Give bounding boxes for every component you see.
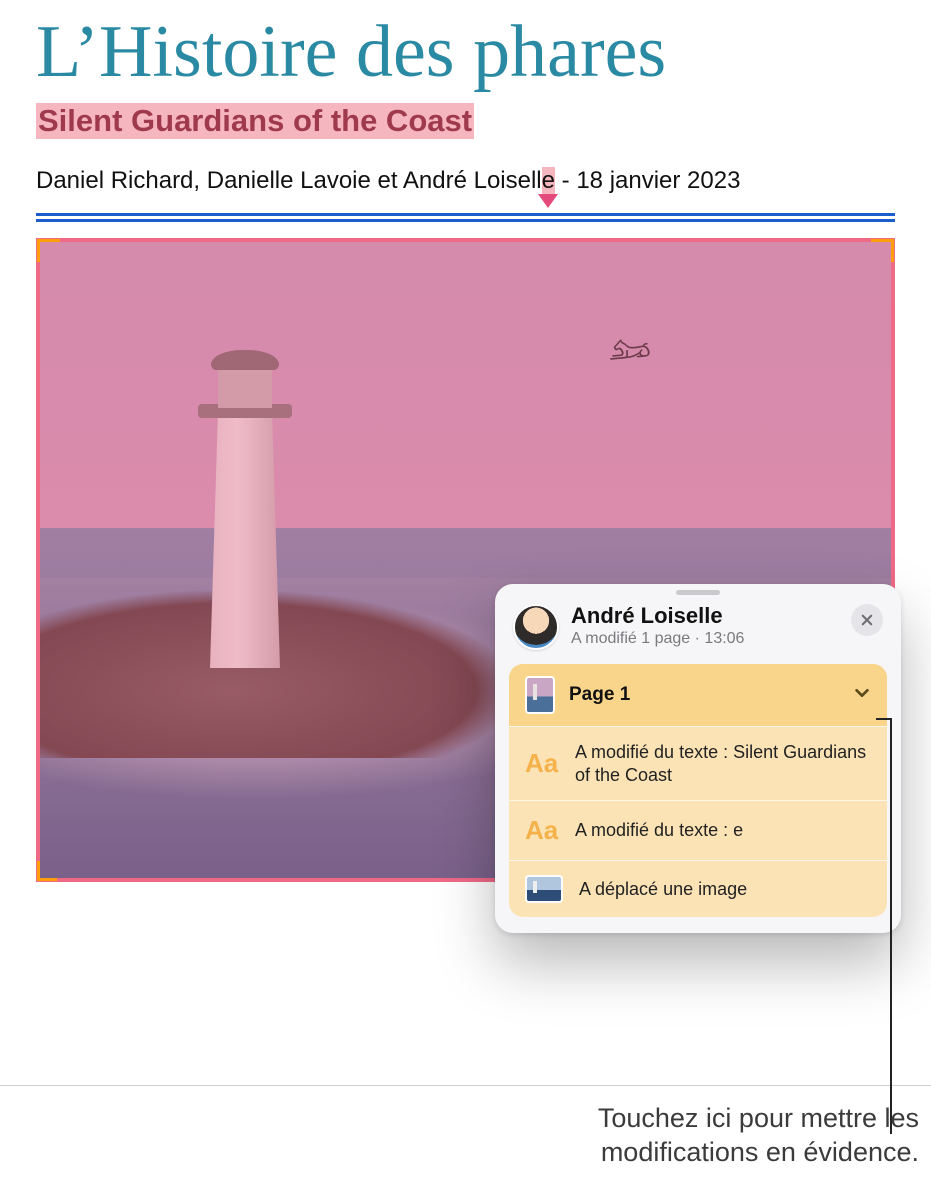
- subtitle-highlight: Silent Guardians of the Coast: [36, 103, 474, 139]
- byline-edited-char: e: [542, 167, 555, 194]
- bird-icon: 𐦐: [607, 330, 653, 372]
- text-change-icon: Aa: [525, 815, 559, 846]
- byline-suffix: - 18 janvier 2023: [555, 167, 740, 194]
- page-thumbnail-icon: [525, 676, 555, 714]
- popover-header: André Loiselle A modifié 1 page · 13:06: [509, 598, 887, 664]
- document-subtitle[interactable]: Silent Guardians of the Coast: [38, 103, 472, 139]
- close-button[interactable]: [851, 604, 883, 636]
- callout-text: Touchez ici pour mettre les modification…: [0, 1102, 919, 1170]
- activity-item-text: A modifié du texte : Silent Guardians of…: [575, 741, 871, 786]
- collaborator-cursor-icon: [538, 194, 558, 208]
- grabber-icon[interactable]: [676, 590, 720, 595]
- activity-item-text: A modifié du texte : e: [575, 819, 743, 842]
- popover-summary: A modifié 1 page · 13:06: [571, 630, 744, 648]
- document-page: L’Histoire des phares Silent Guardians o…: [0, 0, 931, 1086]
- activity-page-label: Page 1: [569, 684, 630, 706]
- byline-prefix: Daniel Richard, Danielle Lavoie et André…: [36, 167, 542, 194]
- activity-card: Page 1 Aa A modifié du texte : Silent Gu…: [509, 664, 887, 917]
- image-move-icon: [525, 875, 563, 903]
- activity-item[interactable]: Aa A modifié du texte : Silent Guardians…: [509, 726, 887, 800]
- activity-item[interactable]: Aa A modifié du texte : e: [509, 800, 887, 860]
- byline[interactable]: Daniel Richard, Danielle Lavoie et André…: [36, 167, 895, 195]
- activity-page-header[interactable]: Page 1: [509, 664, 887, 726]
- document-title: L’Histoire des phares: [36, 10, 895, 95]
- activity-popover[interactable]: André Loiselle A modifié 1 page · 13:06 …: [495, 584, 901, 933]
- activity-item-text: A déplacé une image: [579, 878, 747, 901]
- popover-author: André Loiselle: [571, 604, 744, 628]
- callout-leader-line: [890, 718, 892, 1134]
- text-change-icon: Aa: [525, 748, 559, 779]
- activity-item[interactable]: A déplacé une image: [509, 860, 887, 917]
- avatar: [513, 604, 559, 650]
- divider-line: [36, 213, 895, 222]
- chevron-down-icon: [853, 684, 871, 707]
- close-icon: [860, 613, 874, 627]
